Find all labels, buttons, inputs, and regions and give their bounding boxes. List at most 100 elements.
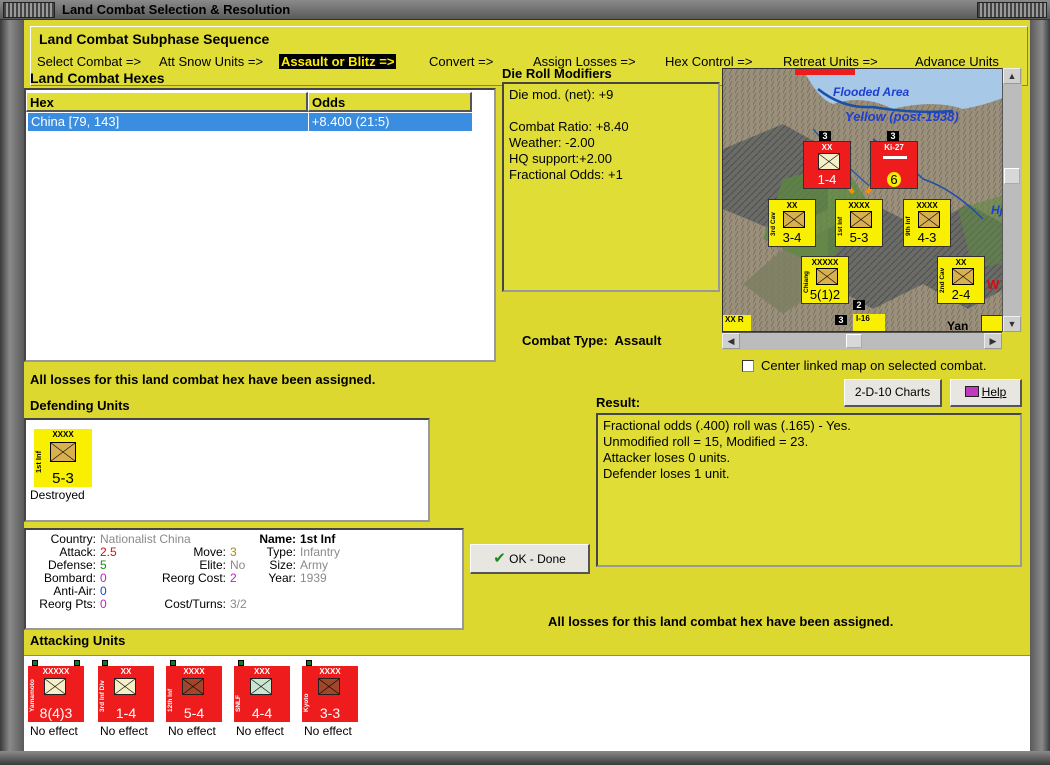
reorg-pts-label: Reorg Pts: bbox=[39, 597, 96, 611]
help-book-icon bbox=[964, 386, 979, 397]
window-frame-left bbox=[0, 20, 24, 765]
horizontal-scroll-thumb[interactable] bbox=[846, 334, 862, 348]
subphase-title: Land Combat Subphase Sequence bbox=[39, 31, 270, 47]
ok-done-label: OK - Done bbox=[509, 552, 566, 566]
charts-button[interactable]: 2-D-10 Charts bbox=[844, 379, 942, 407]
help-button[interactable]: Help bbox=[950, 379, 1022, 407]
attacking-unit-counter[interactable]: XX 3rd Inf Div 1-4 bbox=[98, 660, 154, 722]
hex-list-header: Hex Odds bbox=[26, 92, 472, 112]
counter-strength: 5-3 bbox=[52, 470, 74, 487]
checkbox-box[interactable] bbox=[742, 359, 754, 372]
year-value: 1939 bbox=[300, 571, 327, 585]
vertical-scroll-thumb[interactable] bbox=[1004, 168, 1020, 184]
scroll-up-button[interactable]: ▲ bbox=[1003, 68, 1021, 84]
hex-row-selected[interactable]: China [79, 143] +8.400 (21:5) bbox=[28, 113, 472, 131]
drm-combat-ratio: Combat Ratio: +8.40 bbox=[509, 119, 629, 134]
linked-map-view[interactable]: Flooded Area Yellow (post-1938) Hj W Yan… bbox=[722, 68, 1022, 332]
stack-count-badge: 3 bbox=[835, 315, 847, 325]
counter-size: Ki-27 bbox=[884, 143, 904, 152]
cavalry-symbol-icon bbox=[952, 268, 974, 285]
window-controls[interactable] bbox=[977, 2, 1047, 18]
map-horizontal-scrollbar[interactable]: ◀ ▶ bbox=[722, 332, 1002, 350]
land-combat-hexes-list[interactable]: Hex Odds China [79, 143] +8.400 (21:5) bbox=[24, 88, 496, 362]
ok-done-button[interactable]: ✔ OK - Done bbox=[470, 544, 590, 574]
window-titlebar: Land Combat Selection & Resolution bbox=[0, 0, 1050, 20]
map-counter-chiang[interactable]: XXXXX Chiang 5(1)2 bbox=[801, 256, 849, 304]
map-counter-partial-right[interactable] bbox=[981, 315, 1003, 331]
map-counter-9th-inf[interactable]: XXXX 9th Inf 4-3 bbox=[903, 199, 951, 247]
phase-att-snow-units: Att Snow Units => bbox=[159, 54, 264, 69]
combat-type: Combat Type: Assault bbox=[522, 333, 661, 348]
stack-count-badge: 3 bbox=[887, 131, 899, 141]
map-counter-1st-inf[interactable]: XXXX 1st Inf 5-3 bbox=[835, 199, 883, 247]
map-counter-partial[interactable]: XX R bbox=[723, 315, 751, 331]
year-label: Year: bbox=[268, 571, 296, 585]
defending-units-title: Defending Units bbox=[30, 398, 130, 413]
losses-assigned-message: All losses for this land combat hex have… bbox=[30, 372, 376, 387]
hq-symbol-icon bbox=[816, 268, 838, 285]
attacking-unit-status: No effect bbox=[304, 724, 352, 738]
attacking-units-title: Attacking Units bbox=[30, 633, 126, 648]
counter-strength: 1-4 bbox=[817, 172, 837, 187]
map-counter-2nd-cav[interactable]: XX 2nd Cav 2-4 bbox=[937, 256, 985, 304]
infantry-symbol-icon bbox=[50, 442, 76, 462]
window-frame-right bbox=[1030, 20, 1050, 765]
attacking-unit-status: No effect bbox=[168, 724, 216, 738]
infantry-symbol-icon bbox=[918, 211, 940, 228]
attacking-unit-status: No effect bbox=[236, 724, 284, 738]
result-line-attacker: Attacker loses 0 units. bbox=[603, 450, 731, 465]
window-title: Land Combat Selection & Resolution bbox=[62, 2, 291, 17]
map-label-yan: Yan bbox=[947, 319, 969, 332]
result-line-fractional: Fractional odds (.400) roll was (.165) -… bbox=[603, 418, 851, 433]
counter-size: XXXX bbox=[52, 430, 74, 439]
stack-count-badge: 2 bbox=[853, 300, 865, 310]
counter-strength: 4-3 bbox=[917, 230, 937, 245]
counter-strength: 5-4 bbox=[183, 705, 205, 721]
counter-strength: 6 bbox=[887, 172, 901, 187]
drm-hq-support: HQ support:+2.00 bbox=[509, 151, 612, 166]
map-label-flooded-area: Flooded Area bbox=[833, 85, 910, 99]
counter-strength: 5-3 bbox=[849, 230, 869, 245]
map-vertical-scrollbar[interactable]: ▲ ▼ bbox=[1002, 68, 1022, 332]
infantry-symbol-icon bbox=[114, 678, 136, 695]
losses-assigned-message-2: All losses for this land combat hex have… bbox=[548, 614, 894, 629]
map-counter-axis-air[interactable]: Ki-27 6 bbox=[870, 141, 918, 189]
attacking-unit-counter[interactable]: XXXX 12th Inf 5-4 bbox=[166, 660, 222, 722]
hex-column-header[interactable]: Hex bbox=[26, 92, 308, 112]
hex-cell: China [79, 143] bbox=[28, 113, 309, 131]
scroll-left-button[interactable]: ◀ bbox=[722, 333, 740, 349]
scroll-right-button[interactable]: ▶ bbox=[984, 333, 1002, 349]
attacking-unit-counter[interactable]: XXX SNLF 4-4 bbox=[234, 660, 290, 722]
marine-symbol-icon bbox=[250, 678, 272, 695]
attacking-unit-counter[interactable]: XXXX Kyoto 3-3 bbox=[302, 660, 358, 722]
counter-strength: 8(4)3 bbox=[39, 705, 73, 721]
odds-cell: +8.400 (21:5) bbox=[311, 114, 390, 129]
drm-weather: Weather: -2.00 bbox=[509, 135, 595, 150]
drm-net: Die mod. (net): +9 bbox=[509, 87, 614, 102]
map-counter-i16[interactable]: I-16 bbox=[853, 314, 885, 331]
infantry-symbol-icon bbox=[850, 211, 872, 228]
hq-symbol-icon bbox=[44, 678, 66, 695]
map-counter-3rd-cav[interactable]: XX 3rd Cav 3-4 bbox=[768, 199, 816, 247]
window-logo-icon bbox=[3, 2, 55, 18]
defending-unit-counter[interactable]: XXXX 1st Inf 5-3 bbox=[34, 429, 92, 487]
phase-advance-units: Advance Units bbox=[915, 54, 999, 69]
attacking-unit-counter[interactable]: XXXXX Yamamoto 8(4)3 bbox=[28, 660, 84, 722]
result-panel: Fractional odds (.400) roll was (.165) -… bbox=[596, 413, 1022, 567]
counter-strength: 3-3 bbox=[319, 705, 341, 721]
phase-select-combat: Select Combat => bbox=[37, 54, 142, 69]
map-counter-axis-infantry[interactable]: XX 1-4 bbox=[803, 141, 851, 189]
map-label-yellow-river: Yellow (post-1938) bbox=[845, 109, 959, 124]
defending-unit-status: Destroyed bbox=[30, 488, 85, 502]
scroll-down-button[interactable]: ▼ bbox=[1003, 316, 1021, 332]
counter-name: 1st Inf bbox=[35, 450, 43, 473]
combat-type-value: Assault bbox=[614, 333, 662, 348]
reorg-pts-value: 0 bbox=[100, 597, 107, 611]
odds-column-header[interactable]: Odds bbox=[308, 92, 472, 112]
infantry-symbol-icon bbox=[182, 678, 204, 695]
counter-size: XX bbox=[821, 143, 833, 152]
militia-symbol-icon bbox=[318, 678, 340, 695]
center-map-checkbox[interactable]: Center linked map on selected combat. bbox=[742, 358, 986, 373]
die-roll-modifiers-title: Die Roll Modifiers bbox=[502, 66, 612, 81]
map-label-w: W bbox=[987, 277, 1000, 292]
